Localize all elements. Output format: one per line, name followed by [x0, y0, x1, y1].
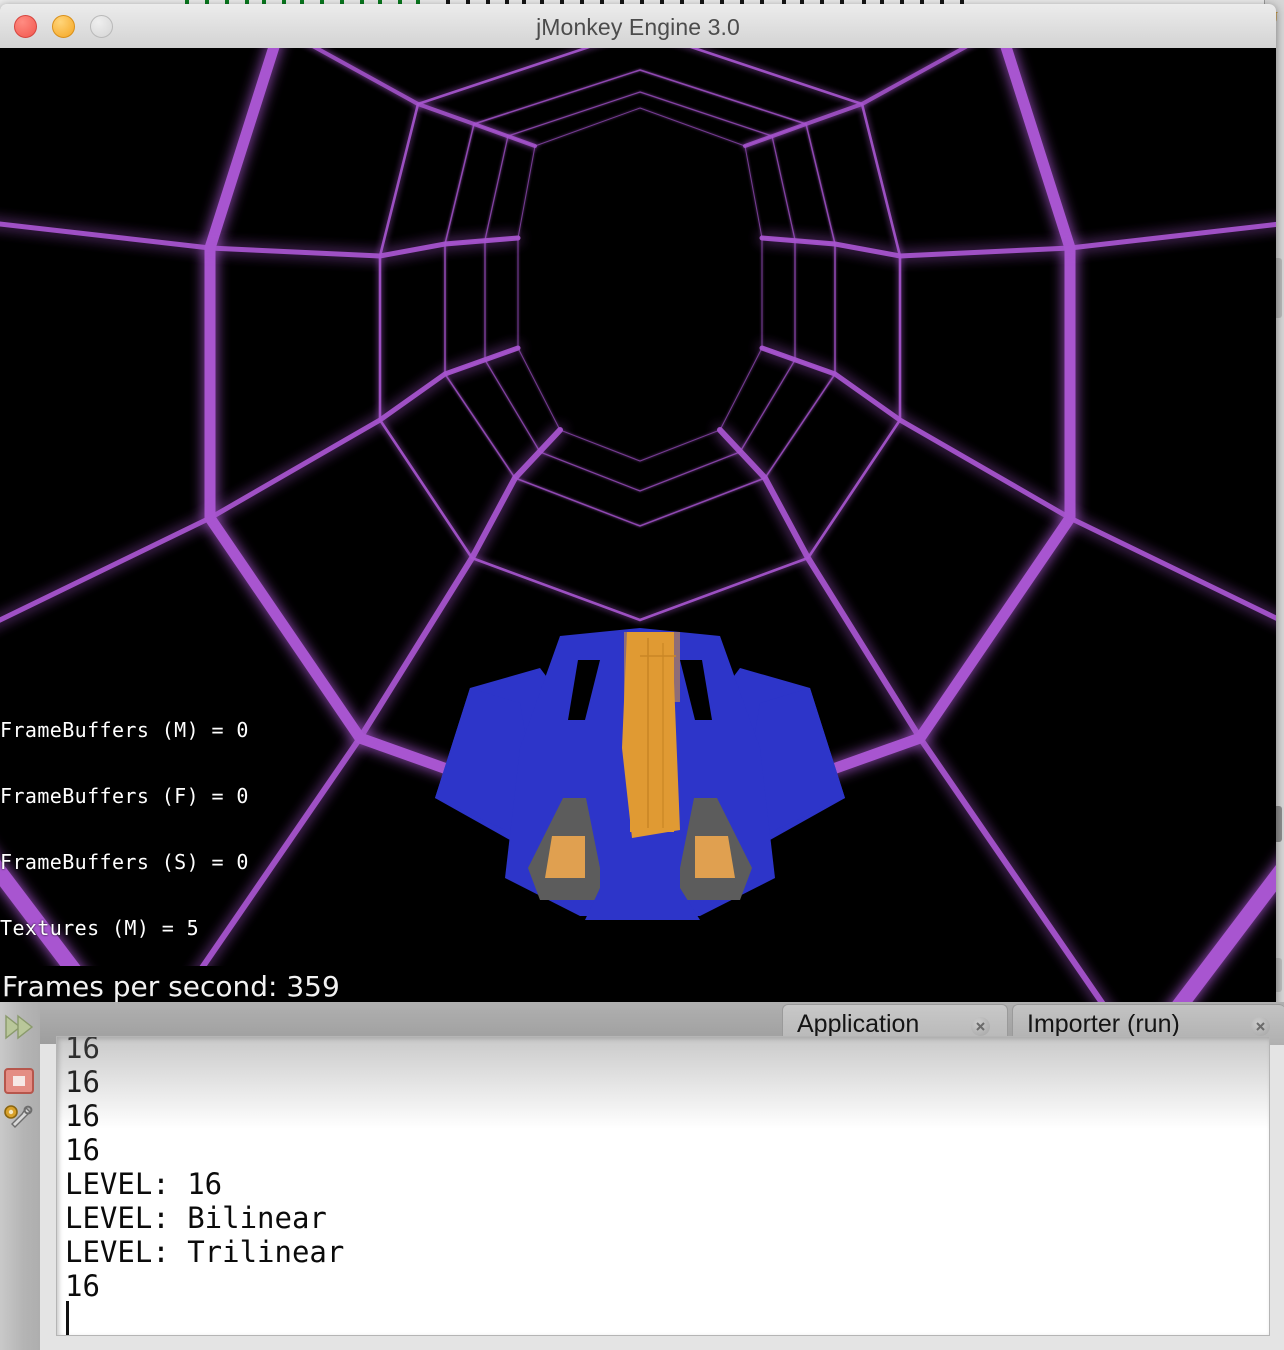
window-titlebar[interactable]: jMonkey Engine 3.0	[0, 4, 1276, 49]
render-stats-overlay: FrameBuffers (M) = 0 FrameBuffers (F) = …	[0, 675, 249, 1006]
stats-line: FrameBuffers (S) = 0	[0, 850, 249, 874]
fps-counter-bar: Frames per second: 359	[0, 966, 352, 1006]
tab-label: Application	[797, 1010, 920, 1038]
fps-counter-label: Frames per second: 359	[2, 970, 340, 1003]
close-icon[interactable]	[971, 1017, 990, 1036]
stats-line: FrameBuffers (M) = 0	[0, 718, 249, 742]
stats-line: FrameBuffers (F) = 0	[0, 784, 249, 808]
output-console-text: 16 16 16 16 LEVEL: 16 LEVEL: Bilinear LE…	[65, 1036, 345, 1303]
game-3d-viewport[interactable]: FrameBuffers (M) = 0 FrameBuffers (F) = …	[0, 48, 1276, 1006]
output-toolbar[interactable]	[0, 1002, 40, 1350]
settings-icon[interactable]	[2, 1102, 36, 1136]
jmonkey-engine-window[interactable]: jMonkey Engine 3.0 FrameBuffers (M) = 0 …	[0, 4, 1276, 1006]
spaceship-model	[435, 628, 845, 920]
output-text-caret	[66, 1301, 69, 1335]
tab-label: Importer (run)	[1027, 1010, 1180, 1038]
close-icon[interactable]	[1251, 1017, 1270, 1036]
ide-output-window[interactable]: Application Importer (run) 16 16 16 16 L…	[0, 1002, 1284, 1350]
rerun-icon[interactable]	[2, 1010, 36, 1044]
stop-icon[interactable]	[2, 1064, 36, 1098]
stats-line: Textures (M) = 5	[0, 916, 200, 940]
output-console-pane[interactable]: 16 16 16 16 LEVEL: 16 LEVEL: Bilinear LE…	[56, 1036, 1270, 1336]
window-title: jMonkey Engine 3.0	[536, 14, 740, 40]
